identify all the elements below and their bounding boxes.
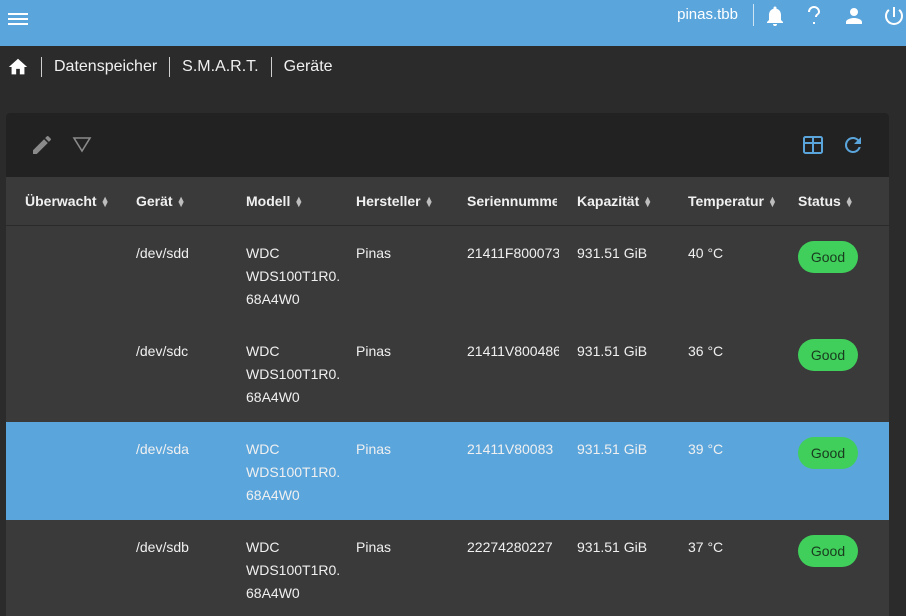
model-line: WDC	[246, 441, 280, 457]
breadcrumb-smart[interactable]: S.M.A.R.T.	[182, 58, 258, 76]
breadcrumb-geraete[interactable]: Geräte	[284, 58, 333, 76]
column-header-status[interactable]: Status ▲ ▼	[798, 193, 878, 209]
column-header-label: Seriennumme	[467, 193, 557, 209]
cell-model: WDC WDS100T1R0. 68A4W0	[246, 340, 340, 409]
status-badge: Good	[798, 437, 858, 469]
filter-icon[interactable]	[70, 133, 94, 157]
cell-capacity: 931.51 GiB	[577, 539, 648, 555]
cell-model: WDC WDS100T1R0. 68A4W0	[246, 536, 340, 605]
column-header-label: Gerät	[136, 193, 173, 209]
cell-model: WDC WDS100T1R0. 68A4W0	[246, 242, 340, 311]
table-row-selected[interactable]: /dev/sda WDC WDS100T1R0. 68A4W0 Pinas 21…	[6, 422, 889, 521]
model-line: WDS100T1R0.	[246, 562, 340, 578]
table-header: Überwacht ▲ ▼ Gerät ▲ ▼ Modell ▲ ▼ Hersteller ▲…	[6, 177, 889, 226]
column-header-monitored[interactable]: Überwacht ▲ ▼	[25, 193, 115, 209]
table-row[interactable]: /dev/sdc WDC WDS100T1R0. 68A4W0 Pinas 21…	[6, 324, 889, 423]
column-header-serial[interactable]: Seriennumme	[467, 193, 557, 209]
top-bar: pinas.tbb	[0, 0, 906, 46]
sort-icon: ▲ ▼	[643, 194, 653, 209]
column-header-label: Status	[798, 193, 841, 209]
sort-icon: ▲ ▼	[767, 194, 777, 209]
cell-serial: 21411V80083	[467, 441, 554, 457]
sort-icon: ▲ ▼	[294, 194, 304, 209]
help-icon[interactable]	[802, 4, 826, 28]
sort-icon: ▲ ▼	[100, 194, 110, 209]
status-badge: Good	[798, 535, 858, 567]
column-header-label: Überwacht	[25, 193, 97, 209]
column-header-label: Hersteller	[356, 193, 421, 209]
column-header-label: Temperatur	[688, 193, 764, 209]
sort-icon: ▲ ▼	[844, 194, 854, 209]
cell-device: /dev/sda	[136, 441, 189, 457]
user-icon[interactable]	[842, 4, 866, 28]
model-line: WDC	[246, 539, 280, 555]
cell-device: /dev/sdd	[136, 245, 189, 261]
cell-vendor: Pinas	[356, 441, 392, 457]
hostname: pinas.tbb	[677, 6, 738, 23]
column-header-device[interactable]: Gerät ▲ ▼	[136, 193, 226, 209]
column-header-label: Modell	[246, 193, 291, 209]
cell-vendor: Pinas	[356, 539, 392, 555]
column-header-model[interactable]: Modell ▲ ▼	[246, 193, 336, 209]
cell-vendor: Pinas	[356, 245, 392, 261]
breadcrumb-divider	[41, 57, 42, 77]
model-line: 68A4W0	[246, 389, 300, 405]
refresh-icon[interactable]	[841, 133, 865, 157]
column-header-temperature[interactable]: Temperatur ▲ ▼	[688, 193, 788, 209]
top-bar-divider	[753, 4, 754, 26]
menu-icon[interactable]	[8, 10, 28, 26]
cell-capacity: 931.51 GiB	[577, 245, 648, 261]
cell-temperature: 37 °C	[688, 539, 724, 555]
status-badge: Good	[798, 241, 858, 273]
table-columns-icon[interactable]	[801, 133, 825, 157]
cell-device: /dev/sdb	[136, 539, 189, 555]
cell-model: WDC WDS100T1R0. 68A4W0	[246, 438, 340, 507]
breadcrumb-divider	[169, 57, 171, 77]
cell-device: /dev/sdc	[136, 343, 189, 359]
edit-icon[interactable]	[30, 133, 54, 157]
model-line: WDS100T1R0.	[246, 268, 340, 284]
cell-temperature: 39 °C	[688, 441, 724, 457]
breadcrumb-divider	[270, 57, 272, 77]
devices-panel: Überwacht ▲ ▼ Gerät ▲ ▼ Modell ▲ ▼ Hersteller ▲…	[6, 113, 889, 616]
model-line: 68A4W0	[246, 291, 300, 307]
cell-vendor: Pinas	[356, 343, 392, 359]
cell-temperature: 40 °C	[688, 245, 724, 261]
table-row[interactable]: /dev/sdd WDC WDS100T1R0. 68A4W0 Pinas 21…	[6, 226, 889, 325]
column-header-vendor[interactable]: Hersteller ▲ ▼	[356, 193, 456, 209]
model-line: WDS100T1R0.	[246, 366, 340, 382]
power-icon[interactable]	[882, 4, 906, 28]
cell-serial: 21411F800073	[467, 245, 559, 261]
sort-icon: ▲ ▼	[176, 194, 186, 209]
bell-icon[interactable]	[763, 4, 787, 28]
model-line: WDC	[246, 245, 280, 261]
cell-capacity: 931.51 GiB	[577, 441, 648, 457]
breadcrumb: Datenspeicher S.M.A.R.T. Geräte	[0, 46, 906, 88]
cell-serial: 21411V800486	[467, 343, 559, 359]
cell-serial: 22274280227	[467, 539, 553, 555]
status-badge: Good	[798, 339, 858, 371]
model-line: WDC	[246, 343, 280, 359]
sort-icon: ▲ ▼	[424, 194, 434, 209]
column-header-capacity[interactable]: Kapazität ▲ ▼	[577, 193, 677, 209]
table-row[interactable]: /dev/sdb WDC WDS100T1R0. 68A4W0 Pinas 22…	[6, 520, 889, 616]
table-toolbar	[6, 113, 889, 177]
model-line: 68A4W0	[246, 585, 300, 601]
model-line: 68A4W0	[246, 487, 300, 503]
breadcrumb-datenspeicher[interactable]: Datenspeicher	[54, 58, 157, 76]
model-line: WDS100T1R0.	[246, 464, 340, 480]
home-icon[interactable]	[7, 56, 29, 78]
cell-capacity: 931.51 GiB	[577, 343, 648, 359]
column-header-label: Kapazität	[577, 193, 640, 209]
cell-temperature: 36 °C	[688, 343, 724, 359]
